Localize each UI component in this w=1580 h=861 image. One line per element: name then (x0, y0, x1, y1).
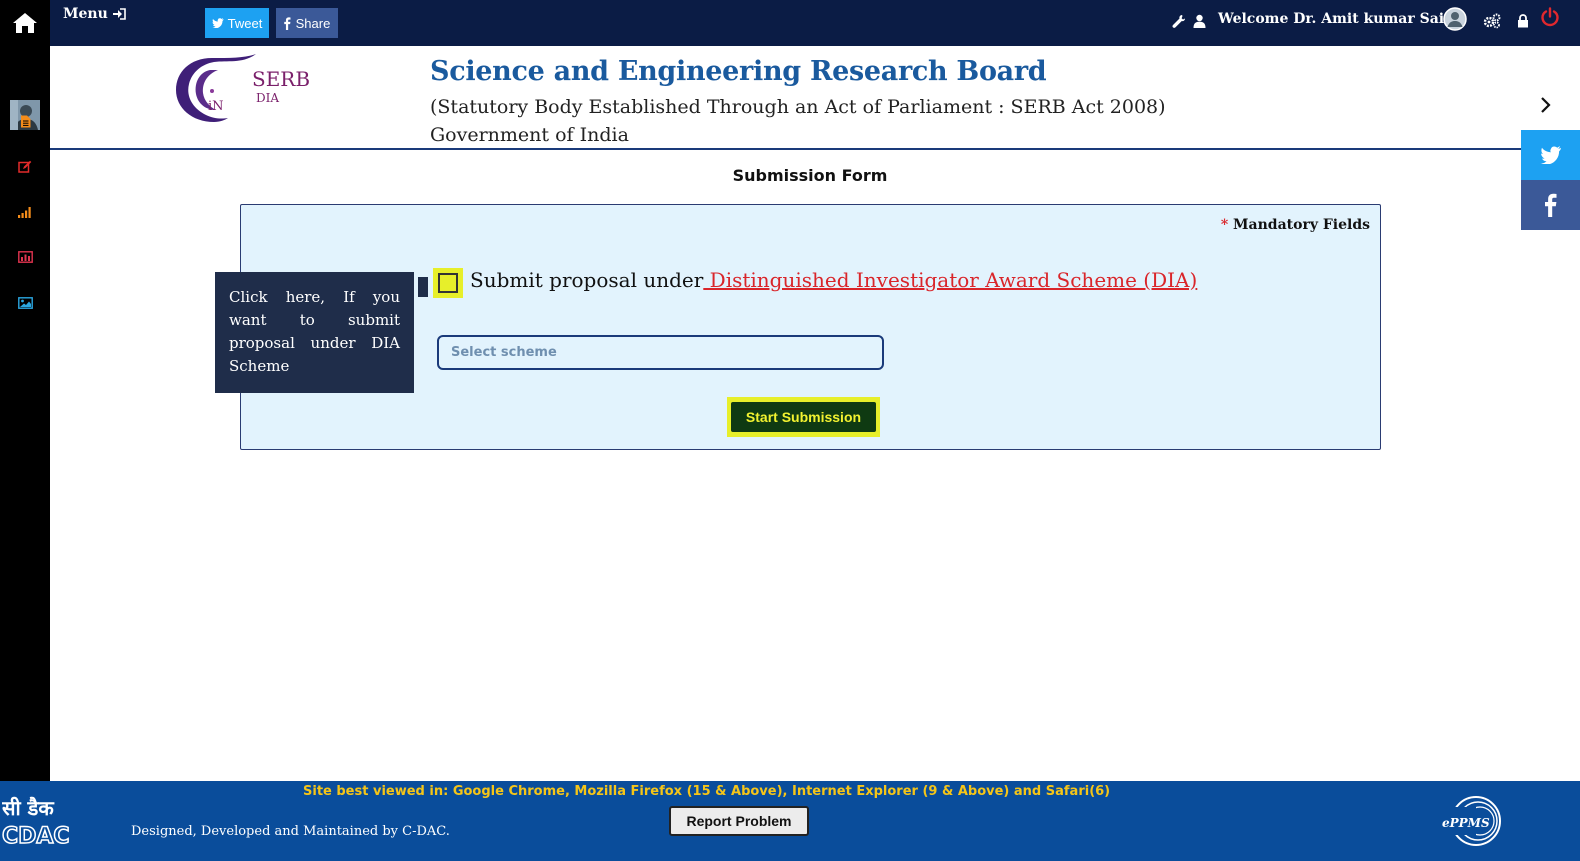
dia-tooltip: Click here, If you want to submit propos… (215, 272, 414, 393)
menu-button[interactable]: Menu (63, 6, 126, 22)
facebook-icon (1544, 193, 1557, 217)
site-title: Science and Engineering Research Board (430, 56, 1047, 87)
cdac-hindi-text: सी डैक (2, 796, 55, 820)
eppms-text: ePPMS (1442, 816, 1490, 830)
sign-in-icon (112, 8, 126, 20)
share-button[interactable]: Share (276, 8, 338, 38)
left-sidebar (0, 46, 50, 781)
social-facebook-button[interactable] (1521, 180, 1580, 230)
edit-icon[interactable] (13, 154, 37, 178)
logo-in-text: iN (208, 99, 224, 114)
social-twitter-button[interactable] (1521, 130, 1580, 180)
mandatory-star: * (1220, 217, 1229, 233)
bar-chart-icon[interactable] (13, 245, 37, 269)
cdac-logo: सी डैक CDAC (1, 791, 72, 850)
tweet-button[interactable]: Tweet (205, 8, 269, 38)
tooltip-pointer (418, 277, 428, 297)
chevron-right-icon[interactable] (1537, 93, 1555, 117)
best-viewed-note: Site best viewed in: Google Chrome, Mozi… (303, 784, 1111, 799)
form-title: Submission Form (732, 166, 888, 185)
power-icon[interactable] (1541, 6, 1559, 28)
start-submission-button[interactable]: Start Submission (731, 402, 876, 432)
menu-label: Menu (63, 6, 108, 22)
dia-scheme-link[interactable]: Distinguished Investigator Award Scheme … (703, 268, 1198, 292)
home-icon (13, 13, 37, 33)
logo-dia-text: DIA (256, 91, 279, 105)
welcome-text: Welcome Dr. Amit kumar Saini (1218, 11, 1460, 27)
file-icon[interactable] (13, 109, 37, 133)
image-icon[interactable] (13, 291, 37, 315)
serb-dia-logo: iN SERB DIA (172, 50, 312, 126)
lock-icon[interactable] (1514, 10, 1532, 32)
facebook-icon (283, 16, 291, 30)
wrench-icon[interactable] (1170, 10, 1188, 32)
checkbox-box (438, 273, 458, 293)
site-subtitle: (Statutory Body Established Through an A… (430, 96, 1166, 118)
designed-by-note: Designed, Developed and Maintained by C-… (131, 824, 450, 839)
select-scheme-dropdown[interactable]: Select scheme (437, 335, 884, 370)
cogs-icon[interactable] (1483, 10, 1501, 32)
top-navbar: Menu Tweet Share Welcome Dr. Amit kumar … (0, 0, 1580, 46)
tweet-label: Tweet (227, 15, 263, 31)
twitter-icon (1539, 146, 1561, 164)
dia-checkbox-label: Submit proposal under Distinguished Inve… (470, 268, 1197, 292)
eppms-logo: ePPMS (1440, 793, 1504, 849)
site-footer: सी डैक CDAC Site best viewed in: Google … (0, 781, 1580, 861)
site-header: iN SERB DIA Science and Engineering Rese… (50, 46, 1580, 150)
mandatory-label: Mandatory Fields (1233, 217, 1370, 233)
signal-icon[interactable] (13, 200, 37, 224)
mandatory-note: * Mandatory Fields (1221, 217, 1370, 233)
checkbox-prefix: Submit proposal under (470, 268, 704, 292)
twitter-icon (211, 18, 224, 28)
start-submission-highlight: Start Submission (727, 397, 880, 437)
site-subtitle-gov: Government of India (430, 124, 629, 146)
dia-checkbox[interactable] (433, 268, 463, 298)
logo-serb-text: SERB (252, 67, 310, 91)
cdac-text: CDAC (2, 824, 70, 847)
share-label: Share (295, 15, 331, 31)
home-button[interactable] (0, 0, 50, 46)
report-problem-button[interactable]: Report Problem (669, 806, 809, 836)
user-icon (1190, 10, 1208, 32)
profile-avatar[interactable] (1443, 6, 1467, 32)
